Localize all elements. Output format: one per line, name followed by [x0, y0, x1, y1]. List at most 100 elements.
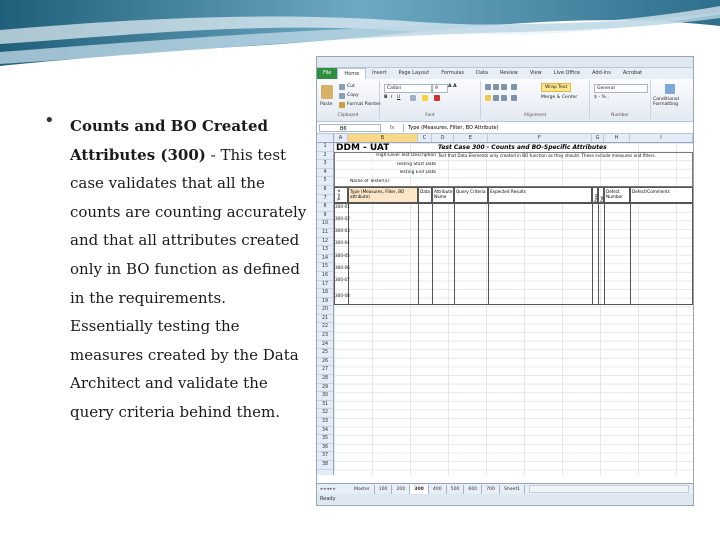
row-header[interactable]: 6 [317, 186, 333, 195]
tab-home[interactable]: Home [337, 67, 367, 80]
border-icon[interactable] [410, 95, 416, 101]
row-header[interactable]: 16 [317, 272, 333, 281]
italic-icon[interactable]: I [391, 95, 392, 100]
tab-view[interactable]: View [524, 68, 548, 79]
row-header[interactable]: 1 [317, 143, 333, 152]
tab-insert[interactable]: Insert [366, 68, 392, 79]
align-right-icon[interactable] [501, 95, 507, 101]
row-header[interactable]: 38 [317, 461, 333, 470]
tab-formulas[interactable]: Formulas [435, 68, 470, 79]
font-size-select[interactable]: 9 [432, 84, 448, 93]
paste-button[interactable]: Paste [320, 102, 332, 107]
column-header[interactable]: A [334, 134, 348, 142]
sheet-tab[interactable]: Master [350, 484, 375, 494]
align-center-icon[interactable] [493, 95, 499, 101]
sheet-tab[interactable]: 600 [464, 484, 483, 494]
row-header[interactable]: 5 [317, 177, 333, 186]
row-header[interactable]: 2 [317, 152, 333, 161]
sheet-tab[interactable]: 700 [482, 484, 500, 494]
format-painter-button[interactable]: Format Painter [347, 102, 381, 107]
tab-live-office[interactable]: Live Office [548, 68, 586, 79]
row-header[interactable]: 32 [317, 409, 333, 418]
column-header[interactable]: G [592, 134, 604, 142]
fill-color-icon[interactable] [422, 95, 428, 101]
row-header[interactable]: 33 [317, 418, 333, 427]
row-header[interactable]: 13 [317, 246, 333, 255]
align-left-icon[interactable] [485, 95, 491, 101]
sheet-tab[interactable]: 500 [447, 484, 465, 494]
sheet-nav-arrows-icon[interactable]: ◂◂◂▸▸ [317, 487, 350, 492]
row-header[interactable]: 3 [317, 160, 333, 169]
sheet-tab[interactable]: 200 [392, 484, 411, 494]
formula-input[interactable]: Type (Measures, Filter, BO Attribute) [403, 123, 499, 132]
row-header[interactable]: 9 [317, 212, 333, 221]
row-header[interactable]: 4 [317, 169, 333, 178]
row-header[interactable]: 37 [317, 452, 333, 461]
row-header[interactable]: 35 [317, 435, 333, 444]
row-header[interactable]: 31 [317, 401, 333, 410]
column-header[interactable]: H [604, 134, 630, 142]
row-header[interactable]: 21 [317, 315, 333, 324]
row-header[interactable]: 18 [317, 289, 333, 298]
row-header[interactable]: 14 [317, 255, 333, 264]
currency-icon[interactable]: $ - % , [594, 95, 609, 100]
fx-icon[interactable]: fx [381, 125, 403, 131]
column-header[interactable]: B [348, 134, 418, 142]
row-header[interactable]: 8 [317, 203, 333, 212]
column-header[interactable]: C [418, 134, 432, 142]
align-top-icon[interactable] [485, 84, 491, 90]
conditional-formatting-button[interactable]: Conditional Formatting [653, 97, 691, 107]
worksheet[interactable]: DDM - UAT Test Case 300 - Counts and BO-… [334, 143, 693, 475]
underline-icon[interactable]: U [397, 95, 400, 100]
row-header[interactable]: 23 [317, 332, 333, 341]
indent-icon[interactable] [511, 95, 517, 101]
row-header[interactable]: 17 [317, 281, 333, 290]
name-box[interactable]: B6 [319, 123, 381, 132]
tab-acrobat[interactable]: Acrobat [617, 68, 648, 79]
sheet-tab[interactable]: 400 [429, 484, 447, 494]
tab-file[interactable]: File [317, 68, 338, 79]
select-all-corner[interactable] [317, 134, 334, 142]
column-header[interactable]: D [432, 134, 454, 142]
sheet-tab[interactable]: 100 [375, 484, 393, 494]
tab-review[interactable]: Review [494, 68, 524, 79]
cut-button[interactable]: Cut [347, 84, 355, 89]
row-header[interactable]: 25 [317, 349, 333, 358]
font-name-select[interactable]: Calibri [384, 84, 432, 93]
column-header[interactable]: E [454, 134, 488, 142]
tab-add-ins[interactable]: Add-Ins [586, 68, 617, 79]
number-format-select[interactable]: General [594, 84, 648, 93]
row-header[interactable]: 19 [317, 298, 333, 307]
column-header[interactable]: I [630, 134, 693, 142]
row-header[interactable]: 27 [317, 366, 333, 376]
row-header[interactable]: 34 [317, 427, 333, 436]
sheet-tab[interactable]: Sheet1 [500, 484, 526, 494]
wrap-text-button[interactable]: Wrap Text [541, 83, 572, 92]
row-header[interactable]: 20 [317, 306, 333, 315]
row-header[interactable]: 11 [317, 229, 333, 238]
align-middle-icon[interactable] [493, 84, 499, 90]
row-header[interactable]: 29 [317, 384, 333, 393]
row-header[interactable]: 22 [317, 323, 333, 333]
row-header[interactable]: 24 [317, 341, 333, 350]
row-header[interactable]: 30 [317, 392, 333, 401]
row-header[interactable]: 12 [317, 238, 333, 247]
bold-icon[interactable]: B [384, 95, 388, 100]
orientation-icon[interactable] [511, 84, 517, 90]
tab-page-layout[interactable]: Page Layout [392, 68, 435, 79]
row-header[interactable]: 36 [317, 444, 333, 453]
merge-center-button[interactable]: Merge & Center [541, 95, 577, 100]
align-bottom-icon[interactable] [501, 84, 507, 90]
font-color-icon[interactable] [434, 95, 440, 101]
horizontal-scrollbar[interactable] [529, 485, 689, 493]
sheet-tab-active[interactable]: 300 [410, 484, 429, 494]
column-header[interactable]: F [488, 134, 592, 142]
copy-button[interactable]: Copy [347, 93, 359, 98]
grow-font-icon[interactable]: A A [448, 84, 457, 89]
row-header[interactable]: 15 [317, 263, 333, 272]
row-header[interactable]: 7 [317, 195, 333, 204]
row-header[interactable]: 26 [317, 358, 333, 367]
row-header[interactable]: 28 [317, 375, 333, 384]
row-header[interactable]: 10 [317, 220, 333, 229]
tab-data[interactable]: Data [470, 68, 494, 79]
